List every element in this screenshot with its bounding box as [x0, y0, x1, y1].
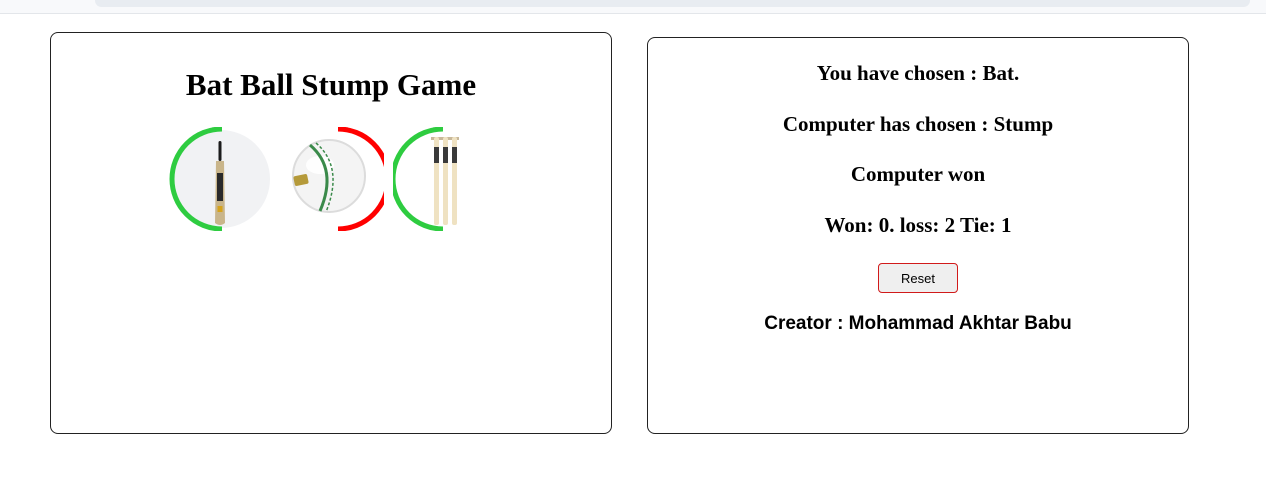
- browser-toolbar: [0, 0, 1266, 14]
- outcome-text: Computer won: [850, 162, 986, 186]
- stump-button[interactable]: [393, 127, 497, 231]
- choice-buttons: [167, 127, 497, 231]
- bat-button[interactable]: [167, 127, 271, 231]
- game-title: Bat Ball Stump Game: [185, 67, 477, 102]
- computer-choice-text: Computer has chosen : Stump: [782, 112, 1054, 136]
- ball-button[interactable]: [280, 127, 384, 231]
- creator-credit: Creator : Mohammad Akhtar Babu: [764, 313, 1072, 334]
- reset-button[interactable]: Reset: [878, 263, 958, 293]
- stump-icon: [393, 127, 459, 231]
- game-panel: Bat Ball Stump Game: [50, 32, 612, 434]
- address-bar[interactable]: [95, 0, 1250, 7]
- bat-icon: [169, 127, 270, 231]
- ball-icon: [292, 127, 384, 231]
- score-text: Won: 0. loss: 2 Tie: 1: [824, 213, 1012, 237]
- user-choice-text: You have chosen : Bat.: [816, 61, 1020, 85]
- result-panel: You have chosen : Bat. Computer has chos…: [647, 37, 1189, 434]
